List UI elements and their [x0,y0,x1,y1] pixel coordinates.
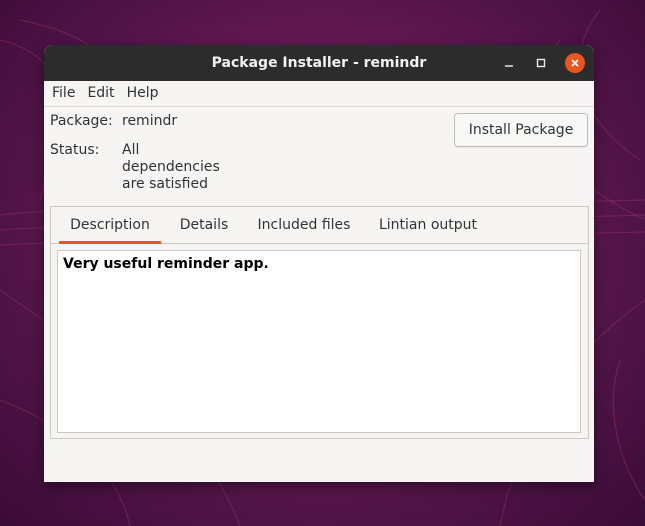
status-line: dependencies [122,159,220,175]
maximize-button[interactable] [531,53,551,73]
minimize-icon [505,65,513,67]
package-value: remindr [122,113,178,129]
status-label: Status: [50,142,100,158]
description-text: Very useful reminder app. [63,256,269,272]
status-line: are satisfied [122,176,208,192]
status-line: All [122,142,140,158]
title-bar[interactable]: Package Installer - remindr [44,45,594,81]
details-notebook: Description Details Included files Linti… [50,206,589,439]
status-value: All dependencies are satisfied [122,142,220,193]
tab-description[interactable]: Description [59,207,161,244]
tab-included-files[interactable]: Included files [253,207,355,243]
menu-file[interactable]: File [46,81,81,106]
minimize-button[interactable] [499,53,519,73]
tab-bar: Description Details Included files Linti… [51,207,588,244]
tab-details[interactable]: Details [173,207,235,243]
menu-help[interactable]: Help [121,81,165,106]
close-button[interactable] [565,53,585,73]
close-icon [571,59,579,67]
menu-edit[interactable]: Edit [81,81,120,106]
install-package-button[interactable]: Install Package [454,113,588,147]
maximize-icon [536,58,546,68]
description-text-view[interactable]: Very useful reminder app. [57,250,581,433]
package-label: Package: [50,113,113,129]
tab-lintian-output[interactable]: Lintian output [373,207,483,243]
menu-bar: File Edit Help [44,81,594,107]
package-installer-window: Package Installer - remindr File Edit He… [44,45,594,482]
